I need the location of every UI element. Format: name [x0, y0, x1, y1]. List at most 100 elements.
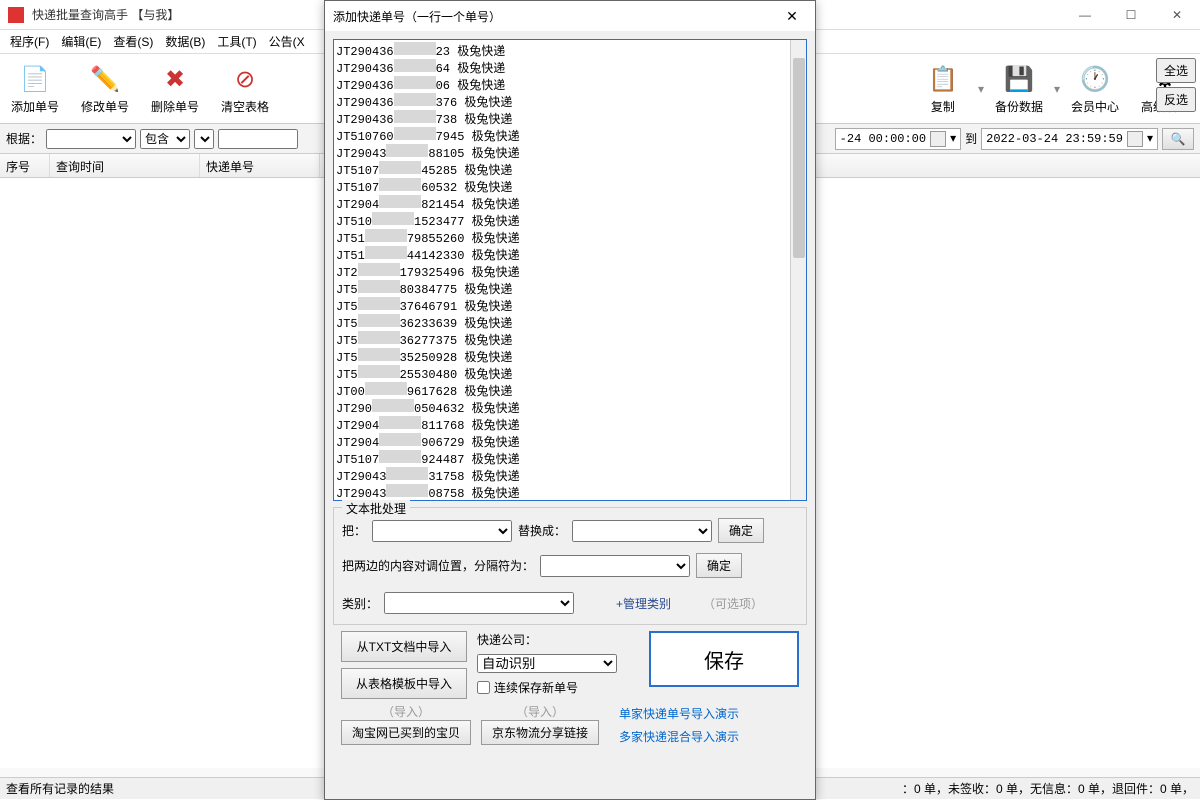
basis-select[interactable] — [46, 129, 136, 149]
replace-confirm-button[interactable]: 确定 — [718, 518, 764, 543]
tracking-row: JT5107xxxx60532 极兔快递 — [336, 178, 804, 195]
member-label: 会员中心 — [1071, 98, 1119, 115]
demo-link-2[interactable]: 多家快递混合导入演示 — [619, 728, 739, 745]
column-header[interactable]: 快递单号 — [200, 154, 320, 177]
tracking-row: JT2904xxxx906729 极兔快递 — [336, 433, 804, 450]
chevron-down-icon[interactable]: ▾ — [1147, 131, 1153, 146]
bottom-row: （导入） 淘宝网已买到的宝贝 （导入） 京东物流分享链接 单家快递单号导入演示 … — [333, 703, 807, 745]
date-to-input[interactable]: 2022-03-24 23:59:59 ▾ — [981, 128, 1158, 150]
modal-close-button[interactable]: ✕ — [769, 1, 815, 31]
save-icon: 💾 — [1002, 62, 1036, 96]
chevron-down-icon[interactable]: ▾ — [950, 131, 956, 146]
taobao-import-button[interactable]: 淘宝网已买到的宝贝 — [341, 720, 471, 745]
contains-sub-select[interactable] — [194, 129, 214, 149]
date-to-text: 2022-03-24 23:59:59 — [986, 132, 1123, 146]
express-company-select[interactable]: 自动识别 — [477, 654, 617, 673]
menu-program[interactable]: 程序(F) — [4, 31, 55, 52]
add-doc-icon: 📄 — [18, 62, 52, 96]
menu-edit[interactable]: 编辑(E) — [55, 31, 107, 52]
delete-doc-icon: ✖ — [158, 62, 192, 96]
modal-body: JT290436xxxx23 极兔快递JT290436xxxx64 极兔快递JT… — [325, 31, 815, 799]
category-label: 类别： — [342, 595, 378, 612]
invert-sel-button[interactable]: 反选 — [1156, 87, 1196, 112]
member-button[interactable]: 🕐 会员中心 — [1060, 62, 1130, 115]
menu-data[interactable]: 数据(B) — [159, 31, 211, 52]
tracking-row: JT290xxxx0504632 极兔快递 — [336, 399, 804, 416]
scroll-thumb[interactable] — [793, 58, 805, 258]
tracking-row: JT5xxxx37646791 极兔快递 — [336, 297, 804, 314]
clear-table-button[interactable]: ⊘ 清空表格 — [210, 62, 280, 115]
swap-label: 把两边的内容对调位置，分隔符为： — [342, 557, 534, 574]
calendar-icon[interactable] — [1127, 131, 1143, 147]
lower-controls: 从TXT文档中导入 从表格模板中导入 快递公司： 自动识别 连续保存新单号 保存 — [333, 631, 807, 699]
tracking-row: JT2xxxx179325496 极兔快递 — [336, 263, 804, 280]
tracking-textarea[interactable]: JT290436xxxx23 极兔快递JT290436xxxx64 极兔快递JT… — [333, 39, 807, 501]
replace-from-label: 把： — [342, 522, 366, 539]
jd-import-button[interactable]: 京东物流分享链接 — [481, 720, 599, 745]
menu-notice[interactable]: 公告(X — [263, 31, 311, 52]
replace-from-select[interactable] — [372, 520, 512, 542]
save-button[interactable]: 保存 — [649, 631, 799, 687]
delimiter-select[interactable] — [540, 555, 690, 577]
tracking-row: JT5xxxx36277375 极兔快递 — [336, 331, 804, 348]
demo-link-1[interactable]: 单家快递单号导入演示 — [619, 705, 739, 722]
tracking-row: JT5xxxx80384775 极兔快递 — [336, 280, 804, 297]
add-label: 添加单号 — [11, 98, 59, 115]
tracking-row: JT2904xxxx821454 极兔快递 — [336, 195, 804, 212]
search-button[interactable]: 🔍 — [1162, 128, 1194, 150]
manage-category-link[interactable]: +管理类别 — [616, 595, 671, 612]
tracking-row: JT5107xxxx45285 极兔快递 — [336, 161, 804, 178]
import-hint-2: （导入） — [481, 703, 599, 720]
maximize-button[interactable]: ☐ — [1108, 0, 1154, 30]
date-controls: -24 00:00:00 ▾ 到 2022-03-24 23:59:59 ▾ 🔍 — [835, 128, 1194, 150]
delete-number-button[interactable]: ✖ 删除单号 — [140, 62, 210, 115]
tracking-row: JT2904xxxx811768 极兔快递 — [336, 416, 804, 433]
replace-to-select[interactable] — [572, 520, 712, 542]
win-controls: — ☐ ✕ — [1062, 0, 1200, 30]
tracking-row: JT290436xxxx64 极兔快递 — [336, 59, 804, 76]
copy-button[interactable]: 📋 复制 — [908, 62, 978, 115]
copy-label: 复制 — [931, 98, 955, 115]
category-select[interactable] — [384, 592, 574, 614]
add-tracking-modal: 添加快递单号（一行一个单号） ✕ JT290436xxxx23 极兔快递JT29… — [324, 0, 816, 800]
continuous-save-checkbox[interactable] — [477, 681, 490, 694]
swap-confirm-button[interactable]: 确定 — [696, 553, 742, 578]
tracking-row: JT29043xxxx31758 极兔快递 — [336, 467, 804, 484]
express-label: 快递公司： — [477, 631, 639, 648]
tracking-row: JT51xxxx79855260 极兔快递 — [336, 229, 804, 246]
tracking-row: JT29043xxxx88105 极兔快递 — [336, 144, 804, 161]
close-button[interactable]: ✕ — [1154, 0, 1200, 30]
optional-hint: （可选项） — [703, 595, 763, 612]
date-from-input[interactable]: -24 00:00:00 ▾ — [835, 128, 961, 150]
text-processing-group: 文本批处理 把： 替换成： 确定 把两边的内容对调位置，分隔符为： 确定 类别：… — [333, 507, 807, 625]
clear-icon: ⊘ — [228, 62, 262, 96]
status-left: 查看所有记录的结果 — [6, 780, 114, 797]
backup-button[interactable]: 💾 备份数据 — [984, 62, 1054, 115]
app-icon — [8, 7, 24, 23]
column-header[interactable]: 查询时间 — [50, 154, 200, 177]
filter-input[interactable] — [218, 129, 298, 149]
import-txt-button[interactable]: 从TXT文档中导入 — [341, 631, 467, 662]
minimize-button[interactable]: — — [1062, 0, 1108, 30]
calendar-icon[interactable] — [930, 131, 946, 147]
date-from-text: -24 00:00:00 — [840, 132, 926, 146]
replace-to-label: 替换成： — [518, 522, 566, 539]
add-number-button[interactable]: 📄 添加单号 — [0, 62, 70, 115]
tracking-row: JT5xxxx35250928 极兔快递 — [336, 348, 804, 365]
contains-select[interactable]: 包含 — [140, 129, 190, 149]
continuous-save-label[interactable]: 连续保存新单号 — [477, 679, 639, 696]
delete-label: 删除单号 — [151, 98, 199, 115]
clear-label: 清空表格 — [221, 98, 269, 115]
select-all-button[interactable]: 全选 — [1156, 58, 1196, 83]
tracking-row: JT00xxxx9617628 极兔快递 — [336, 382, 804, 399]
menu-tools[interactable]: 工具(T) — [211, 31, 262, 52]
copy-icon: 📋 — [926, 62, 960, 96]
tracking-row: JT290436xxxx376 极兔快递 — [336, 93, 804, 110]
import-template-button[interactable]: 从表格模板中导入 — [341, 668, 467, 699]
column-header[interactable]: 序号 — [0, 154, 50, 177]
backup-label: 备份数据 — [995, 98, 1043, 115]
menu-view[interactable]: 查看(S) — [107, 31, 159, 52]
edit-doc-icon: ✏️ — [88, 62, 122, 96]
scrollbar[interactable] — [790, 40, 806, 500]
modify-number-button[interactable]: ✏️ 修改单号 — [70, 62, 140, 115]
